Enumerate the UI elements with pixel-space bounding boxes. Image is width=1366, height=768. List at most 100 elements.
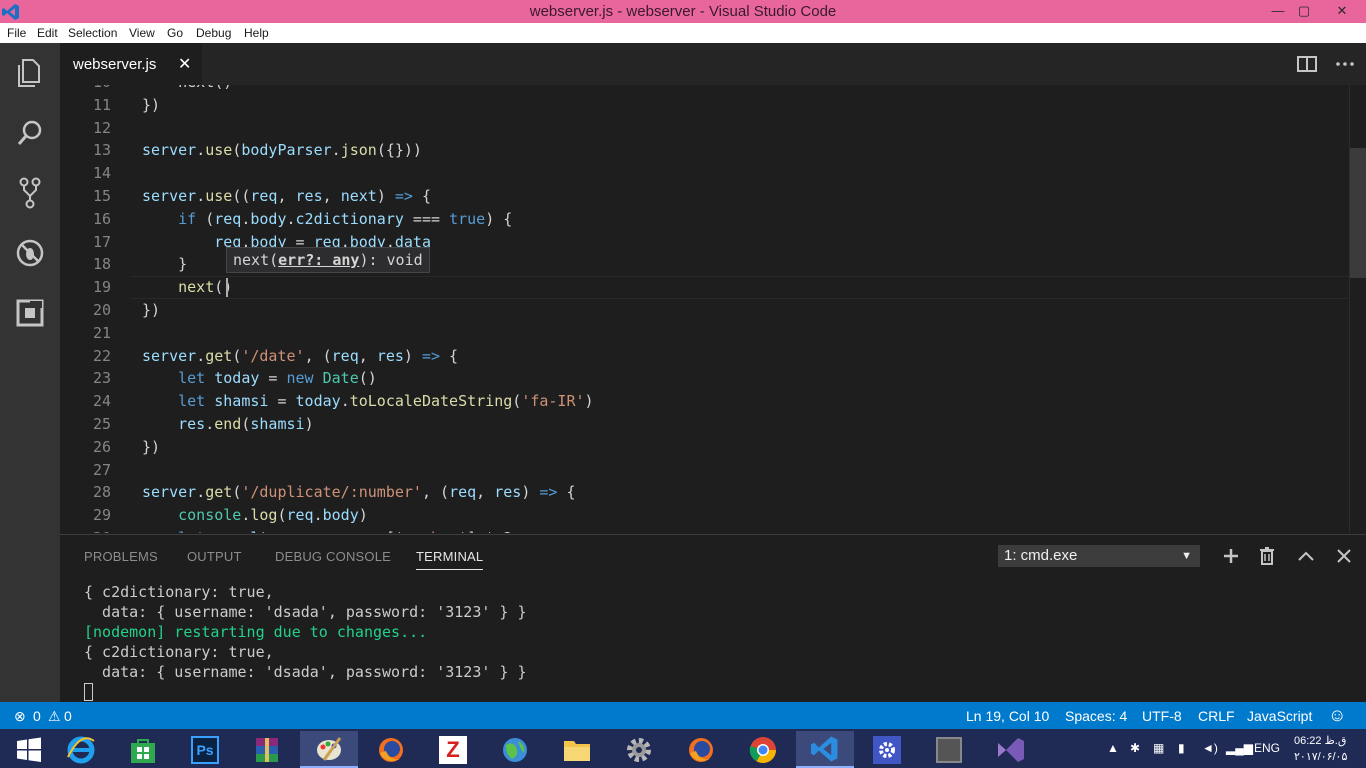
extensions-icon[interactable] bbox=[12, 295, 48, 331]
tab-webserver-js[interactable]: webserver.js ✕ bbox=[60, 43, 202, 85]
editor-scrollbar[interactable] bbox=[1350, 148, 1366, 278]
winrar-icon[interactable] bbox=[238, 731, 296, 768]
firefox-icon[interactable] bbox=[362, 731, 420, 768]
minimize-button[interactable]: — bbox=[1264, 0, 1292, 23]
code-text: let shamsi = today.toLocaleDateString('f… bbox=[178, 392, 594, 411]
trash-icon[interactable] bbox=[1256, 545, 1278, 567]
code-text: }) bbox=[142, 95, 161, 114]
errors-icon[interactable]: ⊗ bbox=[14, 708, 26, 725]
bluetooth-icon[interactable]: ✱ bbox=[1130, 741, 1140, 755]
vscode-taskbar-icon[interactable] bbox=[796, 731, 854, 768]
menu-edit[interactable]: Edit bbox=[37, 26, 58, 40]
terminal-select-value: 1: cmd.exe bbox=[1004, 547, 1078, 564]
line-ending[interactable]: CRLF bbox=[1198, 708, 1235, 724]
close-window-button[interactable]: ✕ bbox=[1322, 0, 1362, 23]
menu-go[interactable]: Go bbox=[167, 26, 183, 40]
menu-view[interactable]: View bbox=[129, 26, 155, 40]
status-bar: ⊗ 0 ⚠ 0 Ln 19, Col 10 Spaces: 4 UTF-8 CR… bbox=[0, 702, 1366, 729]
code-text: }) bbox=[142, 301, 161, 319]
source-control-icon[interactable] bbox=[12, 175, 48, 211]
maximize-button[interactable]: ▢ bbox=[1290, 0, 1318, 23]
code-line: 20}) bbox=[60, 299, 1350, 322]
indentation[interactable]: Spaces: 4 bbox=[1065, 708, 1127, 724]
code-text: } bbox=[142, 255, 188, 274]
explorer-icon[interactable] bbox=[12, 55, 48, 91]
line-number: 20 bbox=[92, 301, 111, 319]
line-number: 14 bbox=[92, 164, 111, 183]
warnings-icon[interactable]: ⚠ bbox=[48, 708, 61, 725]
settings-gear-icon[interactable] bbox=[610, 731, 668, 768]
line-number: 15 bbox=[92, 187, 111, 205]
menu-debug[interactable]: Debug bbox=[196, 26, 231, 40]
store-icon[interactable] bbox=[114, 731, 172, 768]
clock-time[interactable]: 06:22 ق.ظ bbox=[1294, 734, 1346, 747]
line-number: 29 bbox=[92, 506, 111, 525]
line-number: 22 bbox=[92, 346, 111, 365]
code-text: server.use((req, res, next) => { bbox=[142, 187, 431, 205]
windows-start-icon[interactable] bbox=[0, 731, 58, 768]
control-panel-icon[interactable] bbox=[858, 731, 916, 768]
internet-explorer-icon[interactable] bbox=[52, 731, 110, 768]
menu-help[interactable]: Help bbox=[244, 26, 269, 40]
tab-output[interactable]: OUTPUT bbox=[187, 549, 242, 564]
virtual-machine-icon[interactable] bbox=[920, 731, 978, 768]
terminal-select[interactable]: 1: cmd.exe ▼ bbox=[998, 545, 1200, 567]
tab-debug-console[interactable]: DEBUG CONSOLE bbox=[275, 549, 391, 564]
network-icon[interactable]: ▦ bbox=[1153, 741, 1164, 755]
feedback-smiley-icon[interactable]: ☺ bbox=[1328, 705, 1346, 726]
new-terminal-icon[interactable] bbox=[1220, 545, 1242, 567]
tab-terminal[interactable]: TERMINAL bbox=[416, 549, 484, 570]
file-explorer-icon[interactable] bbox=[548, 731, 606, 768]
close-panel-icon[interactable] bbox=[1333, 545, 1355, 567]
maximize-panel-icon[interactable] bbox=[1295, 545, 1317, 567]
paint-icon[interactable] bbox=[300, 731, 358, 768]
zotero-icon[interactable]: Z bbox=[424, 731, 482, 768]
code-line: 25 res.end(shamsi) bbox=[60, 413, 1350, 436]
line-number: 25 bbox=[92, 415, 111, 433]
terminal-line: data: { username: 'dsada', password: '31… bbox=[84, 663, 527, 681]
battery-icon[interactable]: ▮ bbox=[1178, 741, 1185, 755]
firefox-icon-2[interactable] bbox=[672, 731, 730, 768]
split-editor-icon[interactable] bbox=[1296, 53, 1318, 75]
debug-icon[interactable] bbox=[12, 235, 48, 271]
code-line: 30 let result = req.params['number'] * 2 bbox=[60, 527, 1350, 533]
title-bar: webserver.js - webserver - Visual Studio… bbox=[0, 0, 1366, 23]
line-number: 30 bbox=[60, 527, 111, 533]
tab-close-icon[interactable]: ✕ bbox=[178, 54, 191, 74]
globe-app-icon[interactable] bbox=[486, 731, 544, 768]
photoshop-icon[interactable]: Ps bbox=[176, 731, 234, 768]
search-icon[interactable] bbox=[12, 115, 48, 151]
code-line: 11}) bbox=[60, 94, 1350, 117]
code-line: 12 bbox=[60, 117, 1350, 140]
language-mode[interactable]: JavaScript bbox=[1247, 708, 1312, 724]
clock-date[interactable]: ۲۰۱۷/۰۶/۰۵ bbox=[1294, 750, 1347, 763]
code-editor[interactable]: 10 next()11})1213server.use(bodyParser.j… bbox=[60, 85, 1366, 533]
window-title: webserver.js - webserver - Visual Studio… bbox=[529, 3, 837, 20]
menu-file[interactable]: File bbox=[7, 26, 26, 40]
code-line: 13 server.use(bodyParser.json({})) bbox=[60, 139, 1350, 162]
code-text: if (req.body.c2dictionary === true) { bbox=[178, 209, 513, 228]
language-indicator[interactable]: ENG bbox=[1254, 741, 1280, 755]
more-actions-icon[interactable] bbox=[1334, 53, 1356, 75]
tab-label: webserver.js bbox=[73, 56, 157, 73]
code-line: 22 server.get('/date', (req, res) => { bbox=[60, 345, 1350, 368]
code-text: server.use(bodyParser.json({})) bbox=[142, 141, 422, 160]
encoding[interactable]: UTF-8 bbox=[1142, 708, 1182, 724]
warnings-count[interactable]: 0 bbox=[64, 708, 72, 724]
show-hidden-icons-icon[interactable]: ▲ bbox=[1107, 741, 1119, 755]
errors-count[interactable]: 0 bbox=[33, 708, 41, 724]
visual-studio-icon[interactable] bbox=[982, 731, 1040, 768]
menu-selection[interactable]: Selection bbox=[68, 26, 117, 40]
code-line: 26}) bbox=[60, 436, 1350, 459]
line-number: 28 bbox=[92, 483, 111, 502]
line-number: 10 bbox=[60, 85, 111, 94]
windows-taskbar: Ps Z ▲ ✱ ▦ ▮ ◄) ▂▄▆ ENG 06:22 ق.ظ ۲۰۱۷/۰… bbox=[0, 729, 1366, 768]
line-number: 18 bbox=[92, 255, 111, 274]
signal-icon[interactable]: ▂▄▆ bbox=[1226, 741, 1253, 755]
volume-icon[interactable]: ◄) bbox=[1202, 741, 1218, 755]
cursor-position[interactable]: Ln 19, Col 10 bbox=[966, 708, 1049, 724]
chrome-icon[interactable] bbox=[734, 731, 792, 768]
line-number: 19 bbox=[92, 278, 111, 297]
tab-problems[interactable]: PROBLEMS bbox=[84, 549, 158, 564]
line-number: 16 bbox=[92, 209, 111, 228]
